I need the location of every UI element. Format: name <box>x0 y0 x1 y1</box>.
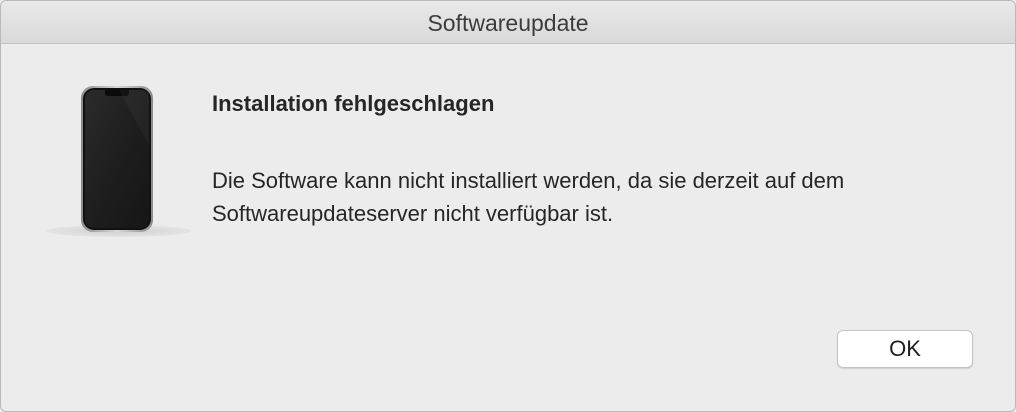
alert-dialog-window: Softwareupdate Installation fehlgeschlag… <box>0 0 1016 412</box>
ok-button[interactable]: OK <box>837 330 973 368</box>
alert-message: Die Software kann nicht installiert werd… <box>212 168 845 226</box>
iphone-device-icon <box>81 86 153 232</box>
window-title: Softwareupdate <box>427 10 589 36</box>
alert-heading: Installation fehlgeschlagen <box>212 91 495 116</box>
title-bar[interactable]: Softwareupdate <box>1 1 1015 44</box>
